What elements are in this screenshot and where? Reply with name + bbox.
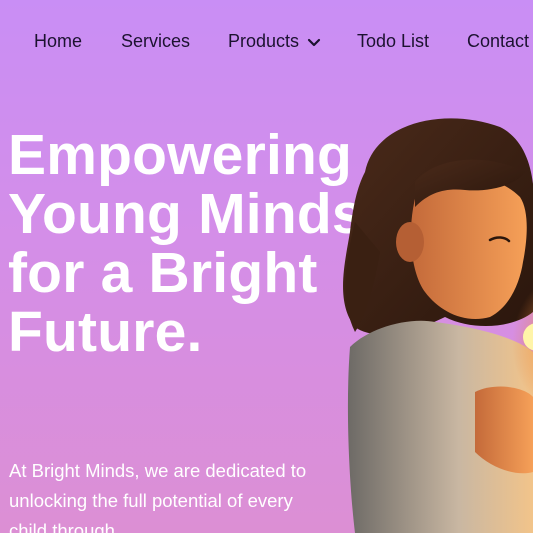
top-navigation: Home Services Products Todo List Contact (0, 0, 533, 82)
chevron-down-icon (307, 32, 321, 53)
nav-item-home[interactable]: Home (34, 31, 82, 52)
nav-item-services[interactable]: Services (121, 31, 190, 52)
hero-description: At Bright Minds, we are dedicated to unl… (9, 460, 307, 533)
hero-child-image (325, 112, 533, 533)
nav-item-todo-list[interactable]: Todo List (357, 31, 429, 52)
nav-item-contact[interactable]: Contact (467, 31, 529, 52)
nav-item-products-label: Products (228, 31, 300, 51)
nav-item-products[interactable]: Products (228, 31, 321, 53)
